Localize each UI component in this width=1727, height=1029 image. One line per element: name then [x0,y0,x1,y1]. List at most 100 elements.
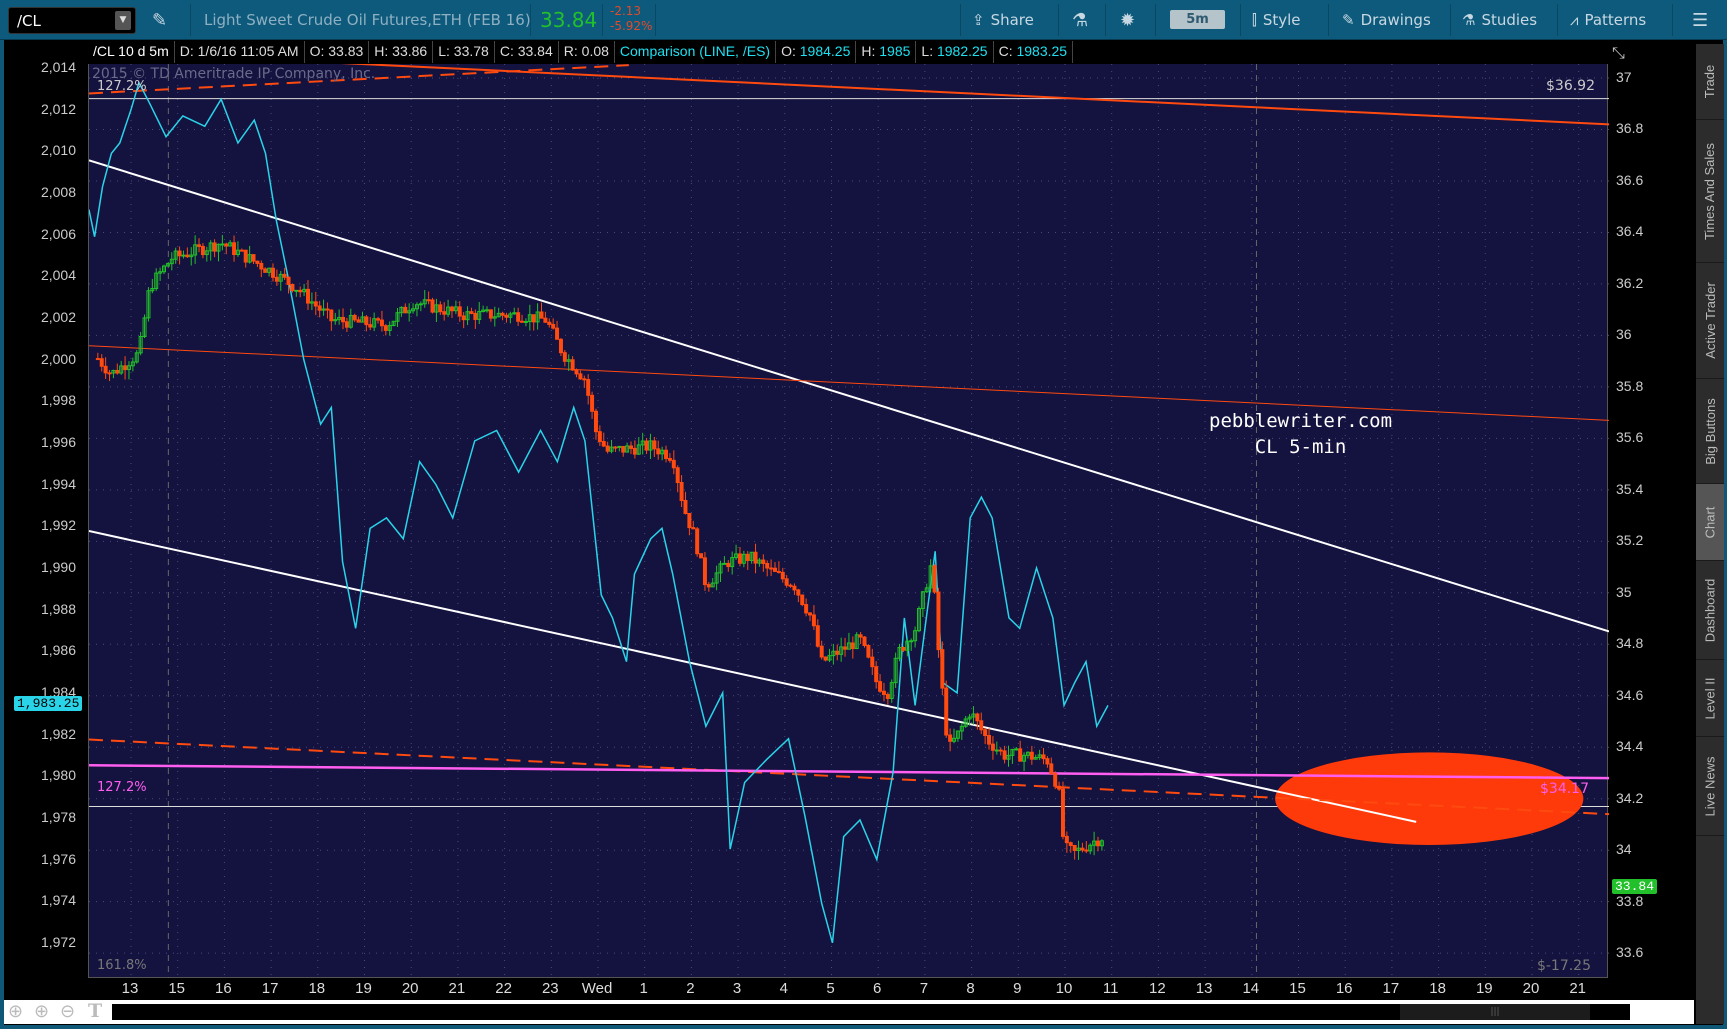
candle-body [177,250,182,257]
candle-body [523,320,528,323]
time-axis-tick: 19 [1475,980,1493,997]
candle-body [197,244,202,247]
right-sidebar: Trade Times And Sales Active Trader Big But… [1696,44,1724,1024]
left-axis-tick: 1,974 [40,892,76,909]
candle-body [753,551,758,564]
candle-body [582,378,587,381]
right-axis-tick: 35 [1616,583,1632,600]
candle-body [706,584,711,588]
net-change: -2.13 [610,4,642,18]
time-axis-tick: 4 [779,980,788,997]
candle-body [570,359,575,371]
text-tool-icon[interactable]: T [88,1000,102,1022]
candle-body [699,553,704,559]
time-axis-tick: 10 [1055,980,1073,997]
left-axis-tick: 1,986 [40,642,76,659]
candle-body [1018,748,1023,762]
candle-body [1002,750,1007,760]
candle-body [1049,763,1054,774]
link-icon[interactable]: ✎ [152,0,167,40]
sidebar-tab-label: Times And Sales [1702,142,1718,240]
sidebar-tab-live-news[interactable]: Live News [1696,737,1724,836]
candle-body [1060,788,1065,837]
comp-close: C: 1983.25 [994,41,1074,63]
candle-body [780,571,785,580]
candle-body [1029,751,1034,760]
share-button[interactable]: ⇪ Share [972,0,1034,40]
left-price-axis: 2,014 2,012 2,010 2,008 2,006 2,004 2,002 2,000… [0,59,86,978]
left-axis-tick: 1,980 [40,767,76,784]
time-axis-tick: 19 [355,980,372,997]
time-axis-tick: 14 [1242,980,1260,997]
left-axis-tick: 1,978 [40,808,76,825]
crosshair-icon[interactable]: ⊕ [8,1001,23,1022]
right-axis-tick: 34 [1616,841,1632,858]
sidebar-tab-chart[interactable]: Chart [1696,484,1724,561]
chart-plot-area[interactable]: 2015 © TD Ameritrade IP Company, Inc. 12… [88,61,1610,978]
symbol-description: Light Sweet Crude Oil Futures,ETH (FEB 1… [204,11,531,29]
candle-body [438,304,443,313]
candle-body [368,324,373,328]
menu-icon[interactable]: ☰ [1692,0,1708,40]
sidebar-tab-dashboard[interactable]: Dashboard [1696,561,1724,660]
candle-body [667,457,672,461]
time-axis-tick: 20 [1522,980,1540,997]
zoom-in-icon[interactable]: ⊕ [34,1001,49,1022]
symbol-selector[interactable]: /CL ▼ [8,7,136,34]
candle-body [792,585,797,591]
candle-body [356,319,361,323]
sidebar-tab-trade[interactable]: Trade [1696,44,1724,120]
patterns-button[interactable]: ⩘ Patterns [1570,0,1646,40]
flask-icon[interactable]: ⚗ [1072,0,1088,40]
candle-body [679,482,684,501]
left-axis-tick: 2,004 [40,267,76,284]
time-axis-tick: 17 [261,980,279,997]
candle-body [263,268,268,273]
chevron-down-icon[interactable]: ▼ [115,11,131,30]
watermark-label: CL 5-min [1254,436,1347,458]
candle-body [862,636,867,646]
chart-info-bar: /CL 10 d 5m D: 1/6/16 11:05 AM O: 33.83 … [88,41,1074,63]
candle-body [504,314,509,318]
time-axis-tick: 15 [168,980,186,997]
candle-body [200,245,205,256]
bar-open: O: 33.83 [305,41,370,63]
trendline-lower-channel [88,530,1417,823]
candle-body [940,649,945,689]
candle-body [531,314,536,323]
percent-change: -5.92% [610,19,653,33]
candle-body [555,327,560,340]
trendline-upper-channel [88,159,1610,633]
sidebar-tab-times-and-sales[interactable]: Times And Sales [1696,120,1724,263]
drawings-button[interactable]: ✎ Drawings [1342,0,1431,40]
sidebar-tab-level-ii[interactable]: Level II [1696,660,1724,737]
scrollbar-thumb[interactable]: ||| [1400,1004,1590,1020]
interval-button[interactable]: 5m [1170,10,1225,29]
gear-icon[interactable]: ✹ [1120,0,1135,40]
candle-body [224,243,229,247]
candle-body [270,267,275,278]
candle-body [726,562,731,568]
time-axis-tick: 18 [1429,980,1446,997]
sidebar-tab-big-buttons[interactable]: Big Buttons [1696,379,1724,484]
candle-body [761,559,766,564]
candle-body [702,557,707,586]
zoom-out-icon[interactable]: ⊖ [60,1001,75,1022]
candle-body [745,553,750,561]
candle-body [901,647,906,651]
studies-button[interactable]: ⚗ Studies [1462,0,1537,40]
candle-body [796,589,801,596]
time-axis-tick: 6 [873,980,882,997]
level-label-bottom: $-17.25 [1536,958,1591,974]
autoscale-icon[interactable]: ⤡ [1612,43,1625,63]
candle-body [823,656,828,661]
sidebar-tab-active-trader[interactable]: Active Trader [1696,263,1724,379]
comp-open: O: 1984.25 [776,41,857,63]
candle-body [1072,844,1077,851]
right-axis-tick: 36.2 [1616,274,1644,291]
style-button[interactable]: ⫿ Style [1252,0,1301,40]
chart-canvas [88,61,1610,978]
candle-body [772,567,777,572]
candle-body [586,379,591,396]
candle-body [687,512,692,529]
